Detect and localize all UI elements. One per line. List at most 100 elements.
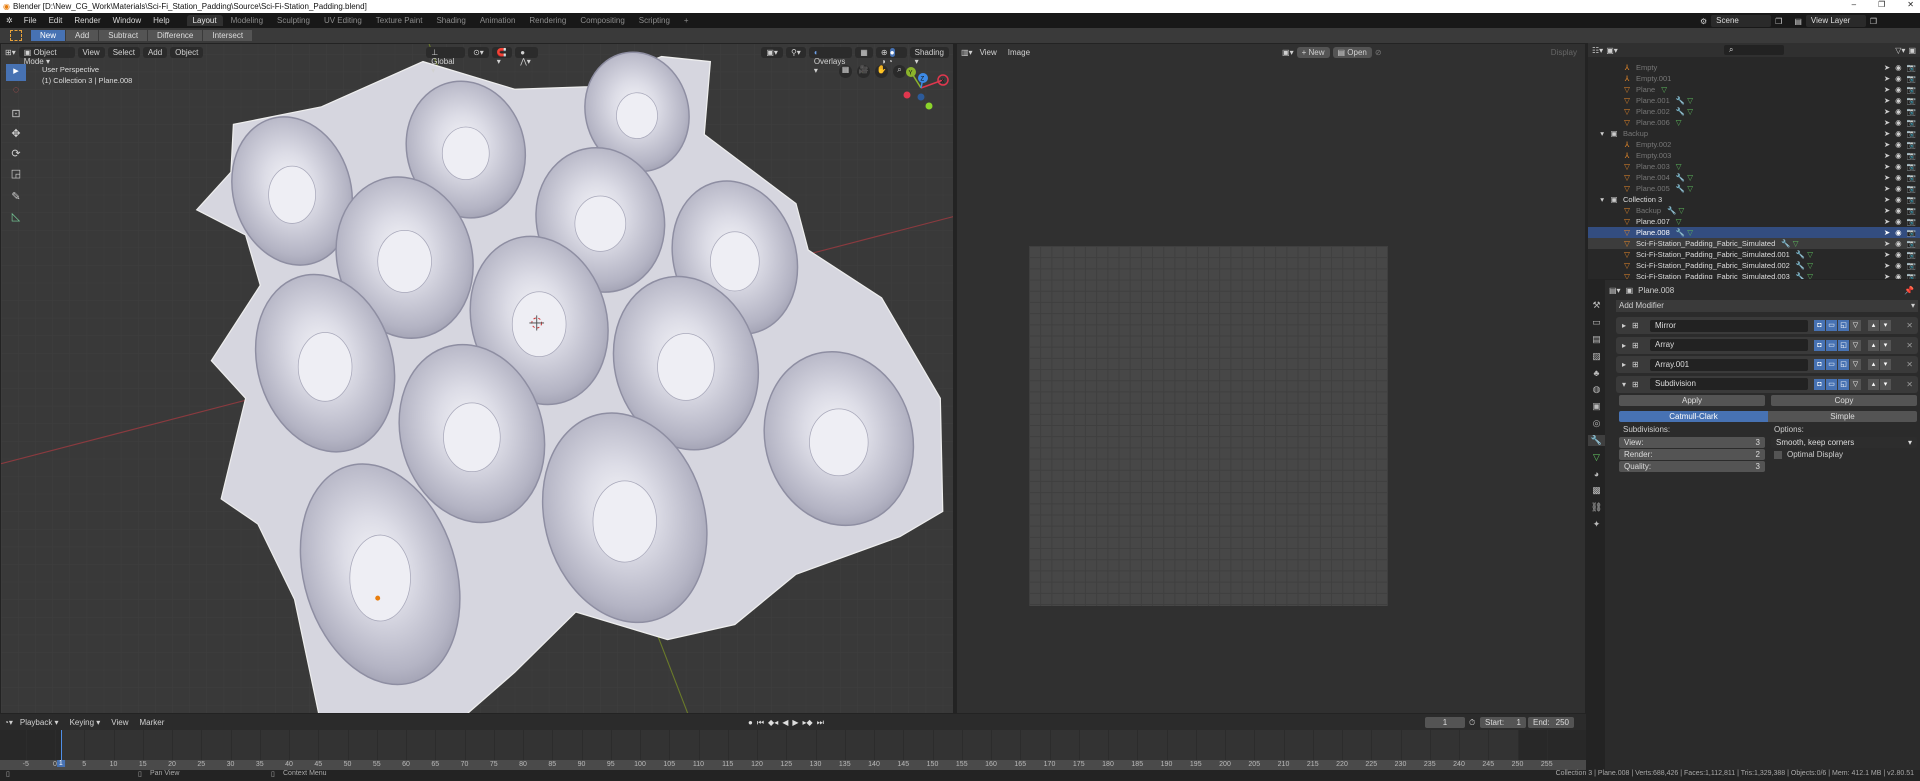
selectable-toggle-icon[interactable]: ➤ (1884, 151, 1890, 160)
outliner-item[interactable]: ▽ Plane.007 ▽ ➤ ◉ 📷 (1588, 216, 1920, 227)
properties-editor[interactable]: ⚒ ▭ ▤ ▨ ♣ ◍ ▣ ◎ 🔧 ▽ ◕ ▩ ⛓ ✦ ▤▾ ▣ Plane.0… (1588, 280, 1920, 770)
outliner-item[interactable]: ▽ Plane.008 🔧 ▽ ➤ ◉ 📷 (1588, 227, 1920, 238)
new-view-layer-icon[interactable]: ❐ (1870, 17, 1877, 26)
render-toggle-icon[interactable]: 📷 (1907, 250, 1916, 259)
select-box-tool-icon[interactable] (10, 30, 22, 41)
tab-animation[interactable]: Animation (474, 15, 522, 26)
orientation-dropdown[interactable]: ⊥ Global ▾ (426, 47, 466, 75)
mesh-data-icon[interactable]: ▽ (1676, 118, 1682, 127)
tab-scripting[interactable]: Scripting (633, 15, 676, 26)
apply-button[interactable]: Apply (1619, 395, 1765, 406)
viewport-toggle-icon[interactable]: ▭ (1826, 359, 1837, 370)
pivot-dropdown[interactable]: ⊙▾ (468, 47, 489, 58)
object-mode-dropdown[interactable]: ▣ Object Mode ▾ (18, 47, 75, 66)
visibility-toggle-icon[interactable]: ◉ (1895, 74, 1902, 83)
modifier-icon[interactable]: 🔧 (1676, 228, 1685, 237)
mesh-data-icon[interactable]: ▽ (1687, 173, 1693, 182)
render-toggle-icon[interactable]: 📷 (1907, 162, 1916, 171)
close-button[interactable]: ✕ (1907, 0, 1914, 9)
editmode-toggle-icon[interactable]: ◘ (1814, 320, 1825, 331)
selectable-toggle-icon[interactable]: ➤ (1884, 184, 1890, 193)
timeline-menu-keying[interactable]: Keying ▾ (66, 718, 105, 727)
render-toggle-icon[interactable]: ◱ (1838, 378, 1849, 390)
selectable-toggle-icon[interactable]: ➤ (1884, 173, 1890, 182)
end-frame-field[interactable]: End: 250 (1528, 717, 1574, 728)
expand-arrow-icon[interactable]: ▸ (1616, 360, 1632, 369)
mesh-data-icon[interactable]: ▽ (1807, 250, 1813, 259)
render-toggle-icon[interactable]: 📷 (1907, 261, 1916, 270)
remove-modifier-icon[interactable]: ✕ (1906, 380, 1913, 389)
visibility-toggle-icon[interactable]: ◉ (1895, 85, 1902, 94)
translate-tool-icon[interactable]: ✥ (6, 127, 26, 144)
selectable-toggle-icon[interactable]: ➤ (1884, 74, 1890, 83)
measure-tool-icon[interactable]: ◺ (6, 210, 26, 227)
modifier-name-field[interactable]: Mirror (1650, 319, 1808, 332)
viewport-menu-add[interactable]: Add (142, 47, 168, 58)
viewport-menu-view[interactable]: View (77, 47, 105, 58)
expand-arrow-icon[interactable]: ▾ (1616, 380, 1632, 389)
render-toggle-icon[interactable]: 📷 (1907, 118, 1916, 127)
move-up-icon[interactable]: ▴ (1868, 359, 1879, 370)
shading-modes[interactable]: ⊕ ● ◑ ◔ (875, 47, 907, 66)
selectable-toggle-icon[interactable]: ➤ (1884, 63, 1890, 72)
uv-smooth-dropdown[interactable]: Smooth, keep corners ▾ (1771, 437, 1917, 448)
browse-image-icon[interactable]: ▣▾ (1282, 48, 1294, 57)
add-workspace-button[interactable]: + (678, 15, 695, 26)
outliner-item[interactable]: ▾ ▣ Backup ➤ ◉ 📷 (1588, 128, 1920, 139)
visibility-toggle-icon[interactable]: ◉ (1895, 206, 1902, 215)
render-toggle-icon[interactable]: 📷 (1907, 74, 1916, 83)
selectable-toggle-icon[interactable]: ➤ (1884, 140, 1890, 149)
selectable-toggle-icon[interactable]: ➤ (1884, 85, 1890, 94)
frame-ruler[interactable]: -5 0 5 10 15 20 25 30 35 40 45 50 55 60 65 70 75 80 85 90 95… (0, 760, 1586, 770)
outliner-item[interactable]: ▽ Plane.005 🔧 ▽ ➤ ◉ 📷 (1588, 183, 1920, 194)
preview-range-icon[interactable]: ⏱ (1469, 718, 1475, 728)
timeline-menu-view[interactable]: View (107, 718, 132, 727)
render-toggle-icon[interactable]: 📷 (1907, 151, 1916, 160)
simple-option[interactable]: Simple (1768, 411, 1917, 422)
modifier-name-field[interactable]: Array (1650, 339, 1808, 351)
outliner-item[interactable]: ▽ Plane.002 🔧 ▽ ➤ ◉ 📷 (1588, 106, 1920, 117)
outliner-item[interactable]: ▽ Sci-Fi-Station_Padding_Fabric_Simulated… (1588, 238, 1920, 249)
selectable-toggle-icon[interactable]: ➤ (1884, 162, 1890, 171)
editor-type-icon[interactable]: ◔▾ (4, 718, 13, 727)
selectable-toggle-icon[interactable]: ➤ (1884, 96, 1890, 105)
scene-selector[interactable]: Scene (1711, 15, 1772, 27)
remove-modifier-icon[interactable]: ✕ (1906, 321, 1913, 330)
record-icon[interactable]: ● (748, 718, 753, 728)
tab-sculpting[interactable]: Sculpting (271, 15, 316, 26)
mode-add-button[interactable]: Add (66, 30, 99, 41)
visibility-toggle-icon[interactable]: ◉ (1895, 107, 1902, 116)
image-menu-view[interactable]: View (976, 48, 1001, 57)
new-scene-icon[interactable]: ❐ (1775, 17, 1782, 26)
cursor-tool-icon[interactable]: ◌ (6, 84, 26, 101)
perspective-toggle-icon[interactable]: ▦ (839, 65, 852, 78)
render-toggle-icon[interactable]: 📷 (1907, 239, 1916, 248)
visibility-toggle-icon[interactable]: ◉ (1895, 239, 1902, 248)
play-reverse-icon[interactable]: ◀ (782, 718, 788, 728)
material-tab-icon[interactable]: ◕ (1594, 469, 1599, 479)
visibility-toggle-icon[interactable]: ◉ (1895, 118, 1902, 127)
minimize-button[interactable]: – (1852, 0, 1856, 9)
expand-arrow-icon[interactable]: ▸ (1616, 321, 1632, 330)
outliner-item[interactable]: ▽ Sci-Fi-Station_Padding_Fabric_Simulated… (1588, 249, 1920, 260)
viewport-menu-object[interactable]: Object (170, 47, 204, 58)
render-toggle-icon[interactable]: 📷 (1907, 206, 1916, 215)
playhead[interactable] (60, 730, 62, 760)
timeline-menu-playback[interactable]: Playback ▾ (16, 718, 63, 727)
render-toggle-icon[interactable]: 📷 (1907, 272, 1916, 279)
data-tab-icon[interactable]: ▽ (1593, 452, 1600, 463)
expand-arrow-icon[interactable]: ▸ (1616, 341, 1632, 350)
visibility-toggle-icon[interactable]: ◉ (1895, 173, 1902, 182)
view-layer-tab-icon[interactable]: ▨ (1592, 351, 1601, 362)
outliner-item[interactable]: ⅄ Empty.003 ➤ ◉ 📷 (1588, 150, 1920, 161)
move-up-icon[interactable]: ▴ (1868, 320, 1879, 331)
outliner-item[interactable]: ▽ Sci-Fi-Station_Padding_Fabric_Simulated… (1588, 271, 1920, 279)
visibility-toggle-icon[interactable]: ◉ (1895, 151, 1902, 160)
scene-tab-icon[interactable]: ♣ (1594, 368, 1600, 378)
visibility-toggle-icon[interactable]: ◉ (1895, 195, 1902, 204)
view-layer-icon[interactable]: ▤ (1794, 17, 1802, 26)
selectable-toggle-icon[interactable]: ➤ (1884, 129, 1890, 138)
render-toggle-icon[interactable]: 📷 (1907, 217, 1916, 226)
selectable-toggle-icon[interactable]: ➤ (1884, 239, 1890, 248)
viewport-toggle-icon[interactable]: ▭ (1826, 378, 1837, 390)
